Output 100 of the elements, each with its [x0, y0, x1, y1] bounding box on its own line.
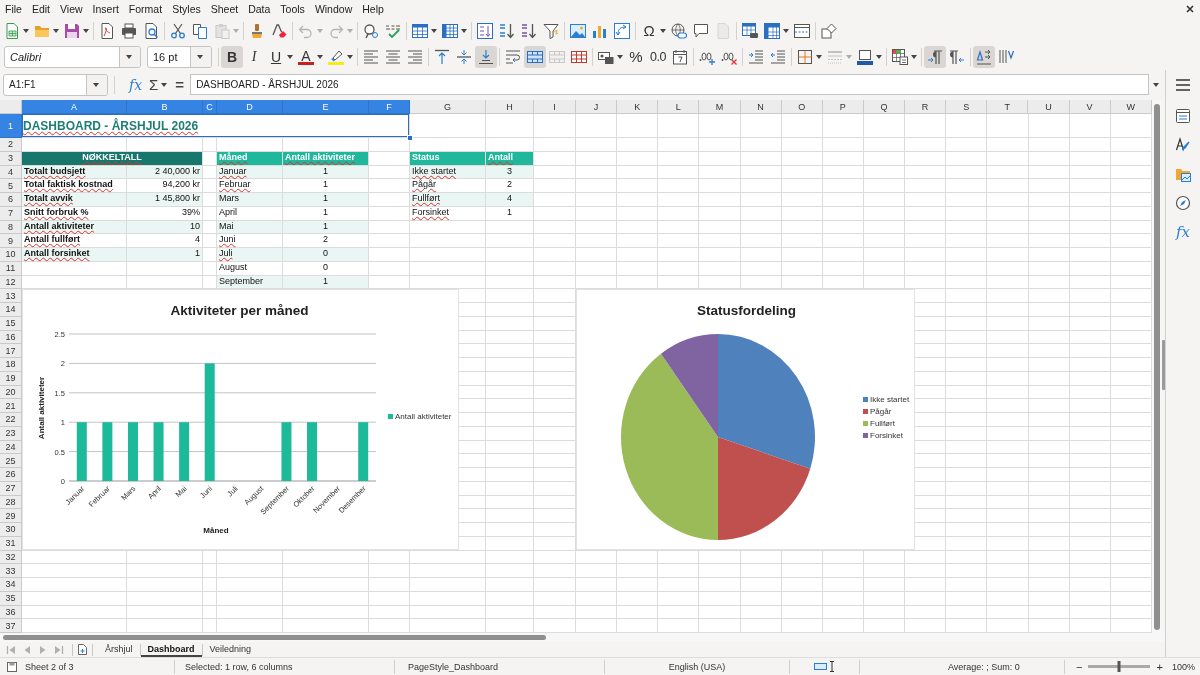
picture-icon[interactable] — [570, 23, 586, 39]
navigator-icon[interactable] — [1175, 195, 1191, 211]
caret-icon[interactable] — [783, 29, 789, 33]
row-header[interactable]: 6 — [0, 193, 22, 207]
caret-icon[interactable] — [461, 29, 467, 33]
menu-item[interactable]: Data — [243, 3, 276, 15]
formula-input-field[interactable]: DASHBOARD - ÅRSHJUL 2026 — [190, 74, 1149, 95]
table-rows-icon[interactable] — [412, 23, 428, 39]
menu-icon[interactable] — [1175, 77, 1191, 93]
column-header[interactable]: C — [203, 100, 217, 114]
conditional-format-icon[interactable] — [892, 49, 908, 65]
horizontal-scrollbar[interactable] — [3, 635, 546, 640]
row-header[interactable]: 13 — [0, 289, 22, 303]
selection-mode-icon[interactable] — [813, 661, 836, 672]
highlighter-icon[interactable] — [328, 49, 344, 65]
pdf-document-icon[interactable] — [99, 23, 115, 39]
borders-icon[interactable] — [797, 49, 813, 65]
sort-descending-icon[interactable] — [521, 23, 537, 39]
shapes-icon[interactable] — [821, 23, 837, 39]
column-header[interactable]: G — [410, 100, 486, 114]
menu-item[interactable]: Tools — [275, 3, 310, 15]
vertical-scrollbar[interactable] — [1154, 104, 1160, 630]
bold-button[interactable]: B — [221, 46, 243, 68]
gallery-icon[interactable] — [1175, 166, 1191, 182]
sort-icon[interactable] — [477, 23, 493, 39]
row-header[interactable]: 30 — [0, 523, 22, 537]
font-color-button[interactable]: A — [298, 49, 314, 65]
language-label[interactable]: English (USA) — [668, 661, 726, 672]
column-header[interactable]: W — [1110, 100, 1152, 114]
caret-icon[interactable] — [911, 55, 917, 59]
scissors-icon[interactable] — [170, 23, 186, 39]
decimal-format-button[interactable]: 0.0 — [650, 49, 666, 65]
properties-icon[interactable] — [1175, 108, 1191, 124]
row-header[interactable]: 17 — [0, 344, 22, 358]
row-header[interactable]: 26 — [0, 468, 22, 482]
column-header[interactable]: E — [283, 100, 369, 114]
zoom-in-button[interactable]: + — [1155, 660, 1164, 673]
split-window-icon[interactable] — [794, 23, 810, 39]
align-middle-icon[interactable] — [456, 49, 472, 65]
funnel-icon[interactable] — [543, 23, 559, 39]
add-decimal-icon[interactable] — [699, 49, 715, 65]
calendar-icon[interactable] — [672, 49, 688, 65]
column-header[interactable]: I — [534, 100, 576, 114]
column-header[interactable]: V — [1069, 100, 1111, 114]
caret-icon[interactable] — [197, 55, 203, 59]
align-bottom-icon[interactable] — [475, 46, 497, 68]
caret-icon[interactable] — [53, 29, 59, 33]
text-direction-icon[interactable] — [973, 46, 995, 68]
find-replace-icon[interactable] — [363, 23, 379, 39]
column-header[interactable]: F — [369, 100, 410, 114]
wrap-text-icon[interactable] — [505, 49, 521, 65]
menu-item[interactable]: Help — [357, 3, 389, 15]
fill-handle[interactable] — [407, 135, 413, 141]
caret-icon[interactable] — [161, 82, 168, 87]
menu-item[interactable]: Format — [123, 3, 168, 15]
row-header[interactable]: 2 — [0, 138, 22, 152]
column-header[interactable]: K — [617, 100, 659, 114]
row-header[interactable]: 22 — [0, 413, 22, 427]
spellcheck-icon[interactable] — [385, 23, 401, 39]
column-header[interactable]: Q — [863, 100, 905, 114]
bar-chart-icon[interactable] — [592, 23, 608, 39]
column-header[interactable]: A — [22, 100, 127, 114]
font-name-field[interactable]: Calibri — [4, 46, 141, 68]
row-header[interactable]: 9 — [0, 234, 22, 248]
zoom-value[interactable]: 100% — [1171, 661, 1195, 672]
caret-icon[interactable] — [1153, 82, 1159, 87]
caret-icon[interactable] — [317, 55, 323, 59]
align-top-icon[interactable] — [434, 49, 450, 65]
column-header[interactable]: D — [217, 100, 283, 114]
column-header[interactable]: L — [658, 100, 700, 114]
column-header[interactable]: O — [781, 100, 823, 114]
row-header[interactable]: 21 — [0, 399, 22, 413]
copy-icon[interactable] — [192, 23, 208, 39]
caret-icon[interactable] — [287, 55, 293, 59]
pivot-table-icon[interactable] — [614, 23, 630, 39]
caret-icon[interactable] — [83, 29, 89, 33]
column-header[interactable]: B — [127, 100, 203, 114]
column-header[interactable]: S — [946, 100, 988, 114]
row-header[interactable]: 5 — [0, 179, 22, 193]
caret-icon[interactable] — [93, 82, 99, 87]
caret-icon[interactable] — [660, 29, 666, 33]
border-color-icon[interactable] — [857, 49, 873, 65]
functions-button[interactable]: fx — [1176, 224, 1190, 240]
page-style-label[interactable]: PageStyle_Dashboard — [408, 661, 499, 672]
sidebar-handle[interactable] — [1162, 340, 1165, 390]
sum-button[interactable]: Σ — [149, 76, 159, 93]
right-to-left-icon[interactable] — [949, 49, 965, 65]
column-header[interactable]: R — [905, 100, 947, 114]
freeze-panes-icon[interactable] — [764, 23, 780, 39]
row-header[interactable]: 33 — [0, 564, 22, 578]
caret-icon[interactable] — [23, 29, 29, 33]
globe-link-icon[interactable] — [671, 23, 687, 39]
menu-item[interactable]: View — [55, 3, 88, 15]
delete-decimal-icon[interactable] — [721, 49, 737, 65]
column-header[interactable]: H — [486, 100, 534, 114]
caret-icon[interactable] — [431, 29, 437, 33]
banknote-icon[interactable] — [598, 49, 614, 65]
page-magnifier-icon[interactable] — [143, 23, 159, 39]
merge-and-center-icon[interactable] — [524, 46, 546, 68]
menu-item[interactable]: Insert — [87, 3, 124, 15]
